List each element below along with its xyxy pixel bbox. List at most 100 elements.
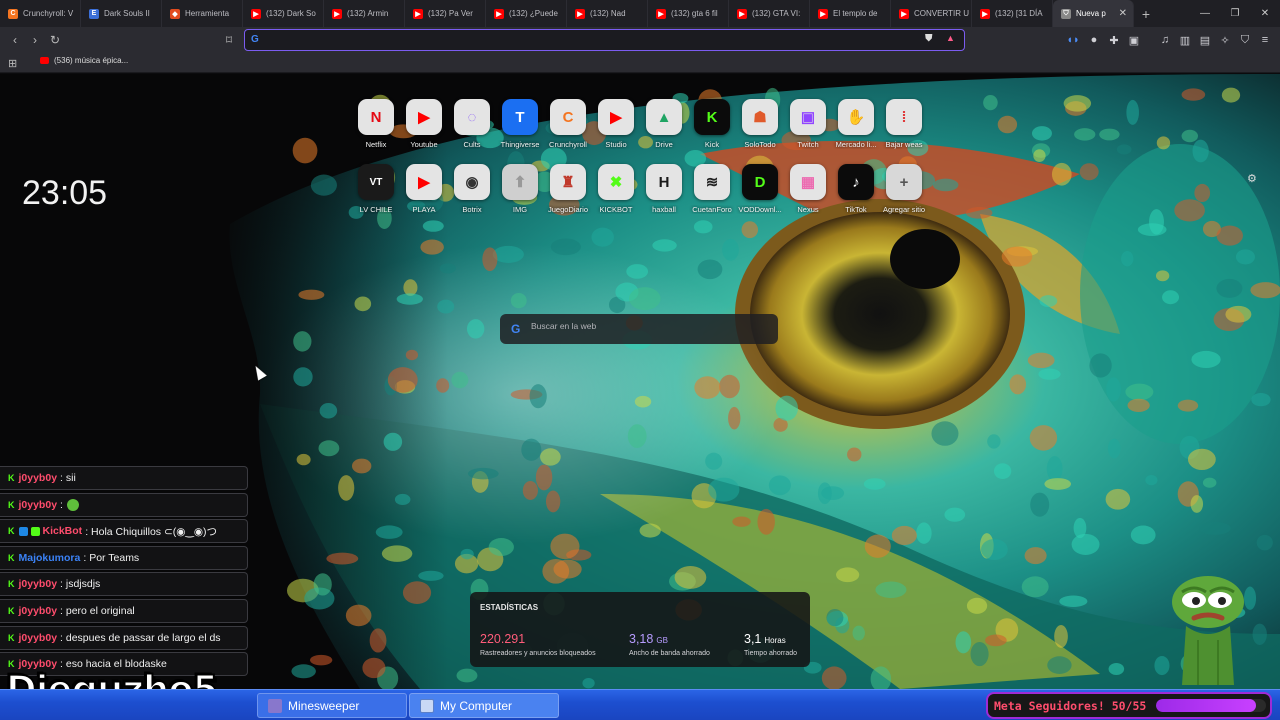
tab[interactable]: ▶ (132) Armin (324, 0, 405, 27)
back-icon[interactable]: ‹ (6, 31, 24, 49)
speed-dial-item[interactable]: ⁞ Bajar weas (880, 99, 928, 149)
taskbar-my-computer[interactable]: My Computer (409, 693, 559, 718)
tab[interactable]: ▶ (132) Nad (567, 0, 648, 27)
tab[interactable]: C Crunchyroll: V (0, 0, 81, 27)
speed-dial-item[interactable]: ≋ CuetanForo (688, 164, 736, 214)
tab[interactable]: ▶ (132) ¿Puede (486, 0, 567, 27)
speed-dial-item[interactable]: K Kick (688, 99, 736, 149)
scale (351, 458, 372, 474)
speed-dial-item[interactable]: ▶ Studio (592, 99, 640, 149)
speed-dial-item[interactable]: ♪ TikTok (832, 164, 880, 214)
chat-username[interactable]: KickBot (43, 525, 83, 537)
follower-goal-widget: Meta Seguidores! 50/55 (986, 692, 1272, 719)
speed-dial-item[interactable]: ◌ Cults (448, 99, 496, 149)
tab[interactable]: ⛉ Nueva p ✕ (1053, 0, 1134, 27)
tab[interactable]: ▶ (132) [31 DÍA (972, 0, 1053, 27)
menu-icon[interactable]: ≡ (1258, 33, 1272, 47)
extension-icon[interactable]: ● (1087, 33, 1101, 47)
site-label: Agregar sitio (882, 205, 926, 214)
puzzle-icon[interactable]: ✚ (1107, 33, 1121, 47)
address-bar[interactable]: G ⛊ ▲ (244, 29, 965, 51)
speed-dial-item[interactable]: C Crunchyroll (544, 99, 592, 149)
youtube-icon: ▶ (494, 8, 504, 19)
scale (1099, 128, 1120, 141)
tab[interactable]: E Dark Souls II (81, 0, 162, 27)
tab[interactable]: ▶ (132) gta 6 fil (648, 0, 729, 27)
bookmark-icon[interactable]: ⌑ (220, 31, 238, 49)
speed-dial-item[interactable]: ▲ Drive (640, 99, 688, 149)
follower-goal-fill (1156, 699, 1256, 712)
speed-dial-item[interactable]: ▶ PLAYA (400, 164, 448, 214)
address-input[interactable] (269, 33, 909, 47)
web-search-box[interactable]: G (500, 314, 778, 344)
speed-dial-item[interactable]: ⬆ IMG (496, 164, 544, 214)
web-search-input[interactable] (531, 321, 761, 331)
speed-dial-item[interactable]: + Agregar sitio (880, 164, 928, 214)
tab[interactable]: ▶ (132) GTA VI: (729, 0, 810, 27)
shield-icon: ⛉ (1061, 8, 1071, 19)
site-icon: ☗ (742, 99, 778, 135)
reload-icon[interactable]: ↻ (46, 31, 64, 49)
site-icon: N (358, 99, 394, 135)
audio-extension-icon[interactable]: ◖◗ (1066, 33, 1080, 47)
forward-icon[interactable]: › (26, 31, 44, 49)
chat-username[interactable]: j0yyb0y (19, 472, 58, 484)
chat-username[interactable]: j0yyb0y (19, 499, 58, 511)
speed-dial-item[interactable]: ✋ Mercado li... (832, 99, 880, 149)
site-icon: D (742, 164, 778, 200)
speed-dial-item[interactable]: N Netflix (352, 99, 400, 149)
tab[interactable]: ▶ (132) Dark So (243, 0, 324, 27)
scale (987, 434, 1001, 449)
scale (1038, 368, 1061, 380)
tab[interactable]: ▶ El templo de (810, 0, 891, 27)
tab[interactable]: ▶ CONVERTIR U (891, 0, 972, 27)
close-window-icon[interactable]: ✕ (1250, 0, 1280, 27)
chat-username[interactable]: j0yyb0y (19, 605, 58, 617)
scale (420, 239, 444, 255)
new-tab-button[interactable]: + (1134, 6, 1158, 22)
scale (628, 287, 661, 311)
wallet-icon[interactable]: ▤ (1198, 33, 1212, 47)
speed-dial-item[interactable]: VT LV CHILE (352, 164, 400, 214)
leo-ai-icon[interactable]: ✧ (1218, 33, 1232, 47)
scale (775, 395, 798, 421)
scale (381, 545, 413, 562)
chat-username[interactable]: j0yyb0y (19, 632, 58, 644)
scale (482, 247, 498, 272)
speed-dial-item[interactable]: ▶ Youtube (400, 99, 448, 149)
tab[interactable]: ▶ (132) Pa Ver (405, 0, 486, 27)
computer-icon (420, 698, 434, 713)
speed-dial-item[interactable]: ♜ JuegoDiario (544, 164, 592, 214)
scale (418, 570, 444, 581)
speed-dial-item[interactable]: ◉ Botrix (448, 164, 496, 214)
chat-username[interactable]: Majokumora (19, 552, 81, 564)
minimize-icon[interactable]: — (1190, 0, 1220, 27)
tab[interactable]: ◆ Herramienta (162, 0, 243, 27)
speed-dial-item[interactable]: T Thingiverse (496, 99, 544, 149)
bookmark-item[interactable]: (536) música épica... (40, 56, 128, 65)
scale (719, 374, 740, 399)
taskbar-minesweeper[interactable]: Minesweeper (257, 693, 407, 718)
site-label: VODDownl... (738, 205, 782, 214)
speed-dial-item[interactable]: ✖ KICKBOT (592, 164, 640, 214)
speed-dial-item[interactable]: ☗ SoloTodo (736, 99, 784, 149)
scale (318, 440, 340, 457)
brave-rewards-icon[interactable]: ▲ (946, 33, 955, 43)
scale (757, 508, 775, 535)
vpn-icon[interactable]: ⛉ (1238, 33, 1252, 47)
scale (387, 367, 418, 393)
speed-dial-item[interactable]: Hhaxball (640, 164, 688, 214)
maximize-icon[interactable]: ❐ (1220, 0, 1250, 27)
settings-gear-icon[interactable]: ⚙ (1247, 172, 1257, 185)
speed-dial-item[interactable]: ▣ Twitch (784, 99, 832, 149)
close-tab-icon[interactable]: ✕ (1119, 8, 1127, 19)
apps-grid-icon[interactable]: ⊞ (8, 57, 17, 70)
sidebar-icon[interactable]: ▥ (1178, 33, 1192, 47)
speed-dial-item[interactable]: ▦ Nexus (784, 164, 832, 214)
speed-dial-item[interactable]: D VODDownl... (736, 164, 784, 214)
chat-username[interactable]: j0yyb0y (19, 578, 58, 590)
brave-shield-icon[interactable]: ⛊ (925, 33, 933, 44)
scale (396, 293, 423, 305)
screenshot-icon[interactable]: ▣ (1127, 33, 1141, 47)
music-icon[interactable]: ♫ (1158, 33, 1172, 47)
